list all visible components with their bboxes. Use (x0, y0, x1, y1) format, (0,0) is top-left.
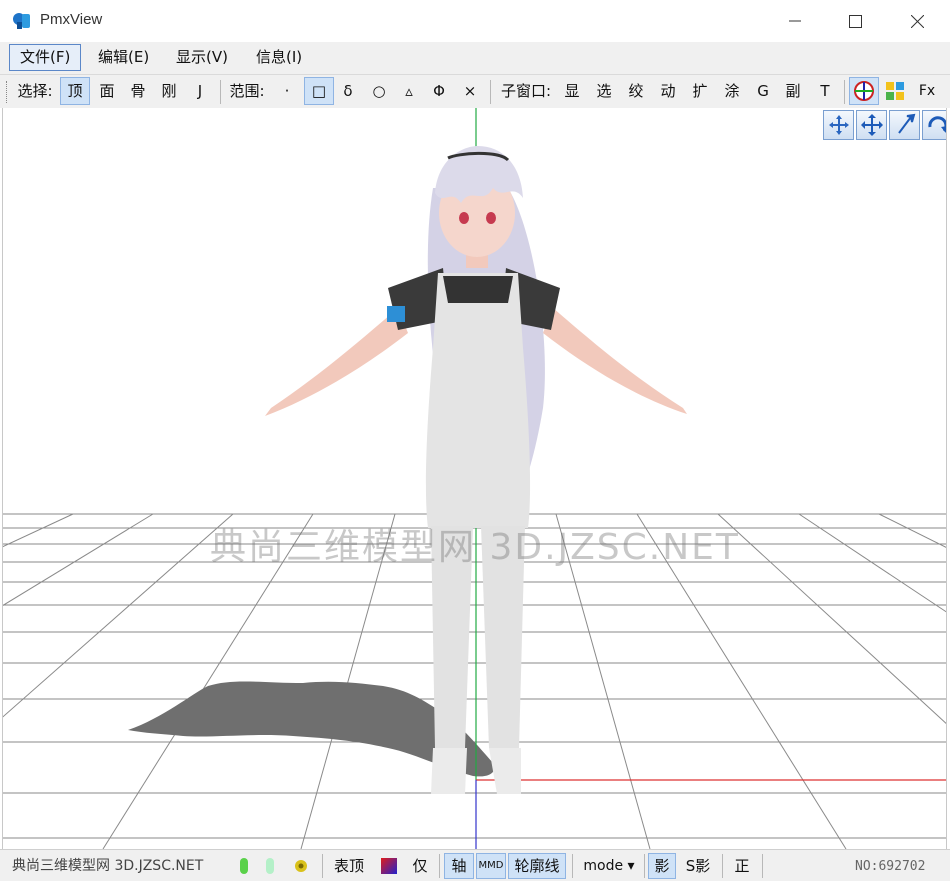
app-icon (13, 13, 30, 29)
color-swatch-button[interactable] (376, 853, 402, 879)
window-title: PmxView (40, 11, 103, 28)
range-triangle-button[interactable]: ▵ (395, 77, 423, 105)
rotate-button[interactable] (922, 110, 946, 140)
status-watermark: 典尚三维模型网 3D.JZSC.NET (12, 858, 204, 874)
color-swatch-icon (381, 858, 397, 874)
status-number: NO:692702 (855, 859, 926, 874)
capsule-green-icon (240, 858, 248, 874)
mmd-toggle-button[interactable]: MMD (476, 853, 506, 879)
layout-grid-icon (886, 82, 904, 100)
axis-toggle-button[interactable]: 轴 (444, 853, 474, 879)
title-bar: PmxView (0, 0, 950, 42)
menu-bar: 文件(F) 编辑(E) 显示(V) 信息(I) (0, 42, 950, 74)
view-move-button[interactable] (823, 110, 854, 140)
subwindow-label: 子窗口: (500, 82, 552, 100)
pan-button[interactable] (856, 110, 887, 140)
range-box-button[interactable]: □ (304, 77, 334, 105)
status-bar: 典尚三维模型网 3D.JZSC.NET 表顶 仅 轴 MMD 轮廓线 mode … (0, 849, 950, 881)
table-top-button[interactable]: 表顶 (328, 853, 370, 879)
minimize-icon (789, 20, 801, 22)
capsule-mint-icon (266, 858, 274, 874)
toolbar-separator (844, 80, 845, 104)
statusbar-separator (762, 854, 763, 878)
only-button[interactable]: 仅 (406, 853, 434, 879)
watermark-text: 典尚三维模型网 3D.JZSC.NET (210, 527, 740, 568)
mode-dropdown[interactable]: mode ▾ (578, 853, 640, 879)
maximize-button[interactable] (832, 4, 878, 38)
menu-file[interactable]: 文件(F) (9, 44, 82, 71)
pan-icon (860, 114, 883, 136)
toolbar: 选择: 顶 面 骨 刚 J 范围: · □ δ ○ ▵ Φ × 子窗口: 显 选… (0, 74, 950, 108)
select-bone-button[interactable]: 骨 (123, 77, 153, 105)
subwindow-t-button[interactable]: T (811, 77, 839, 105)
maximize-icon (848, 14, 862, 28)
view-navigation (823, 110, 946, 140)
scene-canvas (3, 108, 946, 849)
subwindow-expand-button[interactable]: 扩 (686, 77, 714, 105)
outline-toggle-button[interactable]: 轮廓线 (508, 853, 566, 879)
range-phi-button[interactable]: Φ (425, 77, 453, 105)
subwindow-paint-button[interactable]: 涂 (718, 77, 746, 105)
zoom-icon (897, 113, 915, 134)
range-circle-button[interactable]: ○ (365, 77, 393, 105)
select-face-button[interactable]: 面 (92, 77, 122, 105)
subwindow-show-button[interactable]: 显 (558, 77, 586, 105)
subwindow-sub-button[interactable]: 副 (779, 77, 807, 105)
statusbar-separator (322, 854, 323, 878)
minimize-button[interactable] (772, 4, 818, 38)
move-view-icon (828, 115, 849, 135)
statusbar-separator (644, 854, 645, 878)
fx-button[interactable]: Fx (912, 77, 942, 105)
select-rigid-button[interactable]: 刚 (154, 77, 184, 105)
toolbar-grip[interactable] (6, 81, 9, 103)
menu-view[interactable]: 显示(V) (166, 44, 238, 71)
statusbar-separator (572, 854, 573, 878)
self-shadow-button[interactable]: S影 (680, 853, 716, 879)
menu-edit[interactable]: 编辑(E) (88, 44, 159, 71)
zoom-button[interactable] (889, 110, 920, 140)
axis-gizmo-button[interactable] (849, 77, 879, 105)
subwindow-select-button[interactable]: 选 (590, 77, 618, 105)
close-icon (910, 14, 924, 28)
statusbar-separator (722, 854, 723, 878)
range-delta-button[interactable]: δ (334, 77, 362, 105)
close-button[interactable] (894, 4, 940, 38)
toggle-mint-button[interactable] (262, 853, 278, 879)
select-vertex-button[interactable]: 顶 (60, 77, 90, 105)
subwindow-g-button[interactable]: G (749, 77, 777, 105)
select-joint-button[interactable]: J (186, 77, 214, 105)
range-clear-button[interactable]: × (456, 77, 484, 105)
range-label: 范围: (229, 82, 265, 100)
toggle-green-button[interactable] (236, 853, 252, 879)
menu-info[interactable]: 信息(I) (246, 44, 312, 71)
shadow-toggle-button[interactable]: 影 (648, 853, 676, 879)
toolbar-separator (220, 80, 221, 104)
3d-viewport[interactable]: 典尚三维模型网 3D.JZSC.NET (2, 108, 947, 849)
front-view-button[interactable]: 正 (728, 853, 756, 879)
toggle-yellow-button[interactable] (292, 853, 310, 879)
select-label: 选择: (17, 82, 53, 100)
rotate-icon (927, 116, 946, 133)
subwindow-motion-button[interactable]: 动 (654, 77, 682, 105)
statusbar-separator (439, 854, 440, 878)
toolbar-separator (490, 80, 491, 104)
subwindow-twist-button[interactable]: 绞 (622, 77, 650, 105)
axis-gizmo-icon (854, 81, 874, 101)
physics-icon (295, 860, 307, 872)
range-point-button[interactable]: · (272, 77, 302, 105)
layout-grid-button[interactable] (881, 77, 909, 105)
